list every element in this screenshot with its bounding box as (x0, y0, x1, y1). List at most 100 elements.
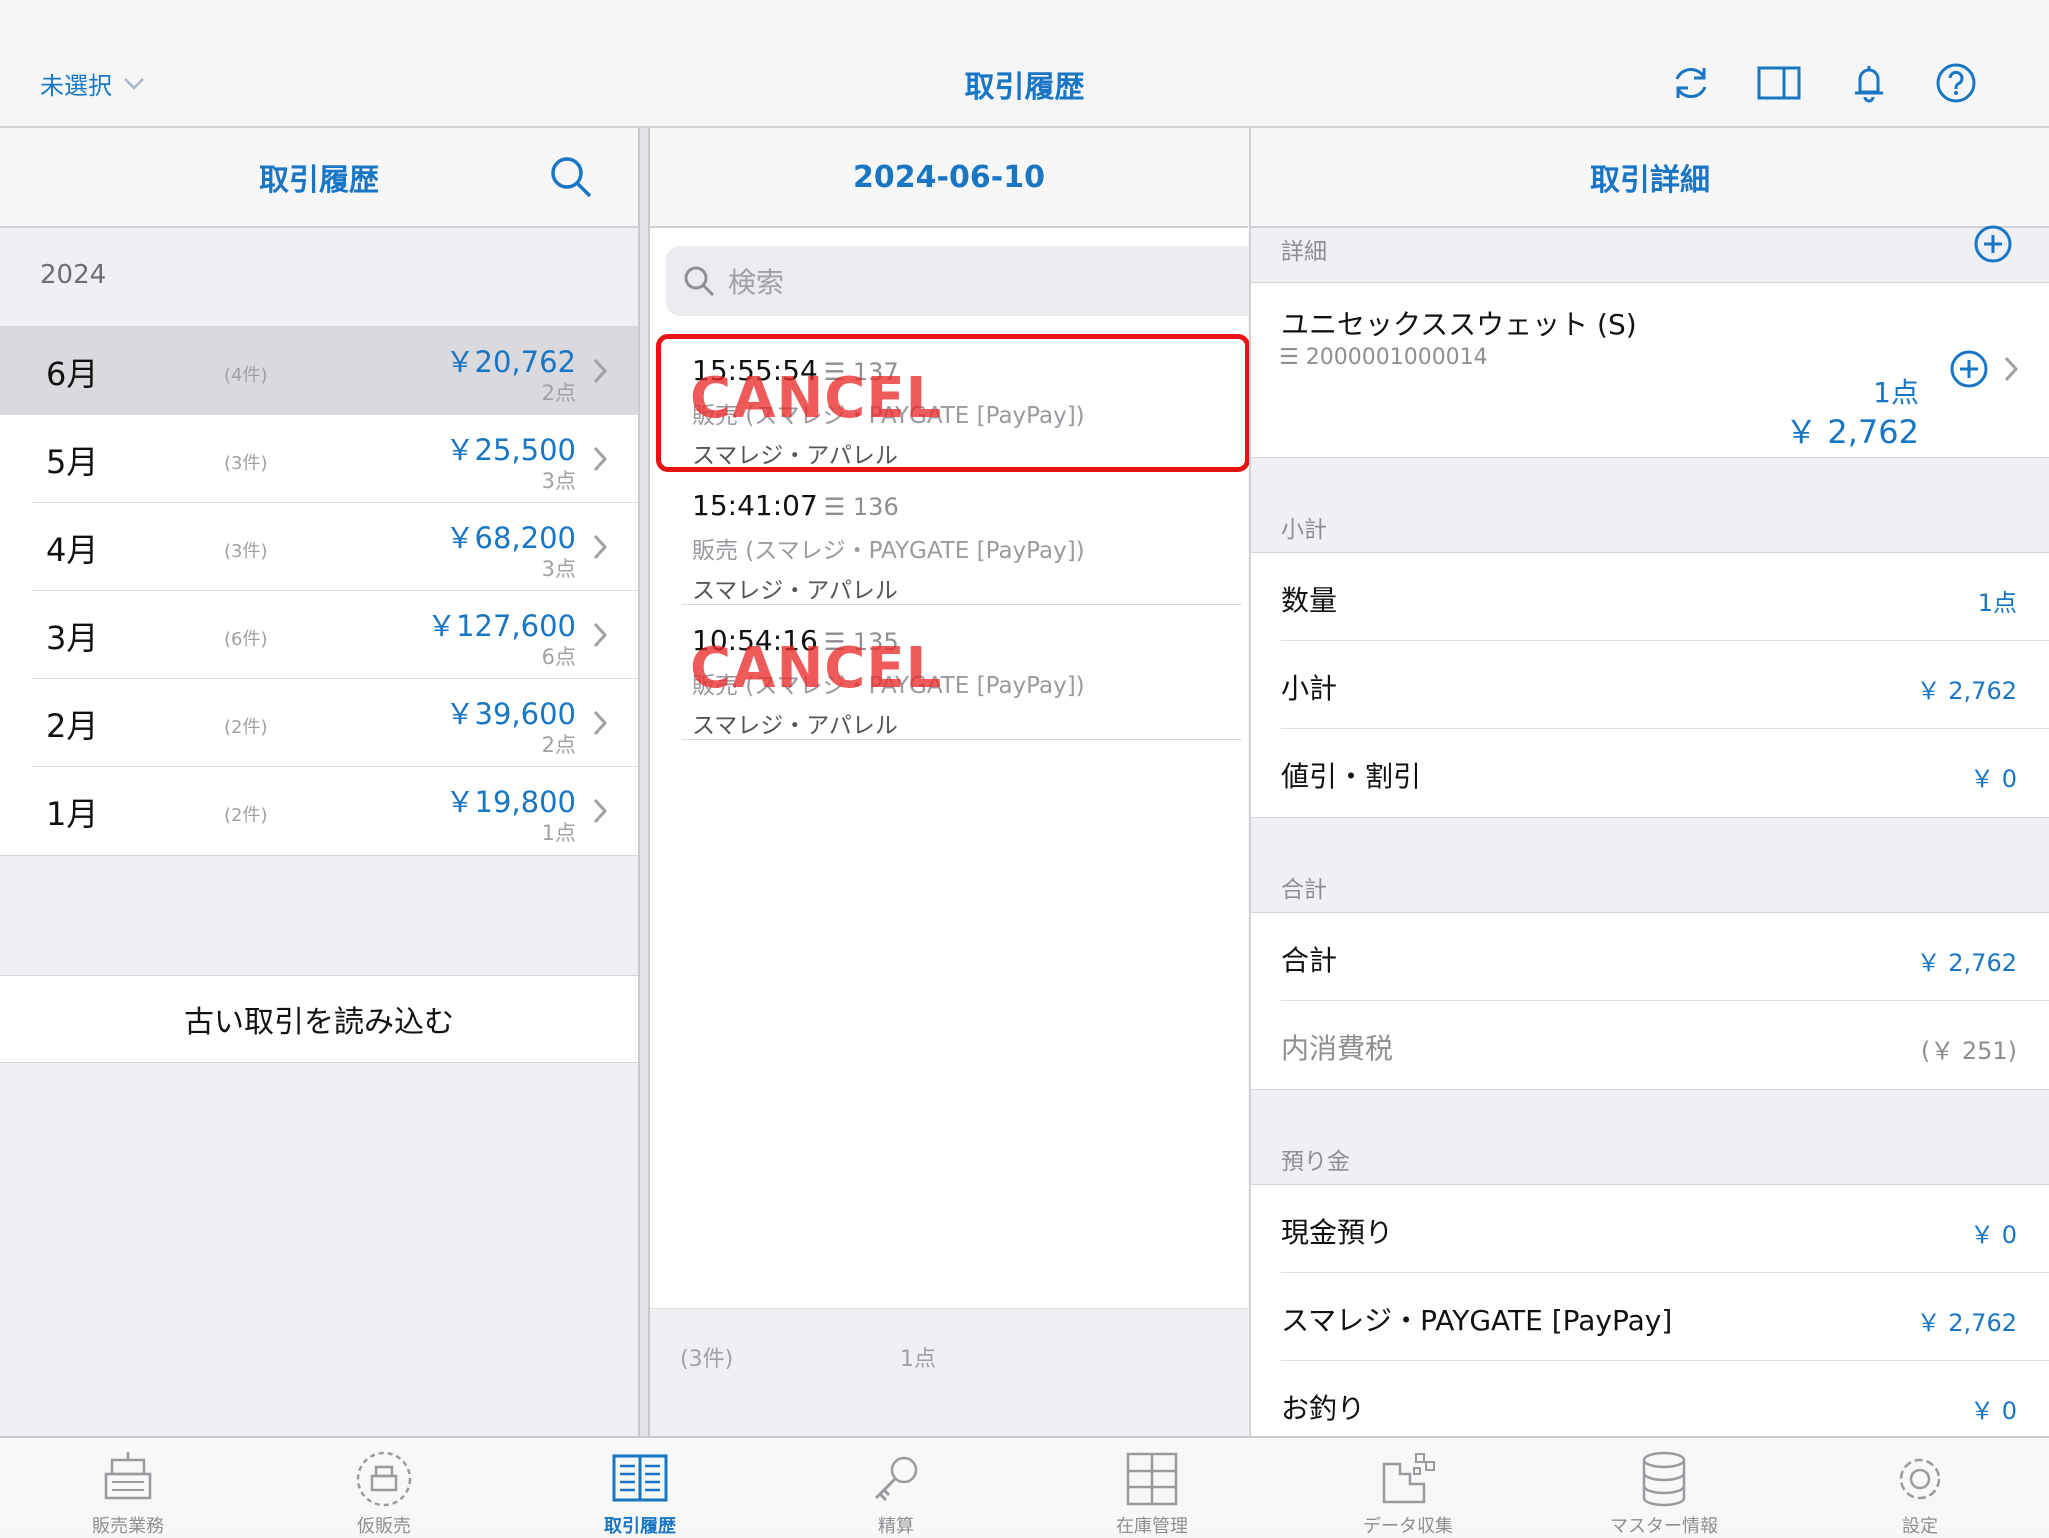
detail-row-paypay: スマレジ・PAYGATE [PayPay] ￥ 2,762 (1281, 1273, 2049, 1361)
row-label: 値引・割引 (1281, 755, 1421, 795)
row-value: ￥ 0 (1970, 1391, 2017, 1426)
tab-master[interactable]: マスター情報 (1536, 1438, 1792, 1536)
subtotal-section-header: 小計 (1281, 510, 1327, 544)
month-count: (2件) (224, 801, 268, 827)
row-value: (￥ 251) (1921, 1031, 2017, 1066)
page-title: 取引履歴 (0, 62, 2049, 106)
transaction-search-input[interactable]: 検索 (666, 246, 1266, 316)
selected-date: 2024-06-10 (853, 160, 1045, 195)
item-name: ユニセックススウェット (S) (1281, 303, 1637, 343)
month-row-january[interactable]: 1月 (2件) ￥19,800 1点 (32, 767, 638, 855)
top-navigation-bar: 未選択 取引履歴 (0, 0, 2049, 128)
search-icon[interactable] (546, 152, 596, 202)
chevron-right-icon (592, 797, 608, 825)
month-points: 6点 (542, 641, 576, 671)
row-label: 現金預り (1281, 1211, 1393, 1251)
tab-label: 仮販売 (256, 1512, 512, 1538)
month-points: 3点 (542, 553, 576, 583)
month-amount: ￥39,600 (446, 691, 576, 733)
cancel-stamp: CANCEL (690, 636, 942, 701)
row-value: ￥ 0 (1970, 1215, 2017, 1250)
month-name: 3月 (46, 613, 98, 659)
transaction-list-panel: 2024-06-10 検索 15:55:54☰ 137 販売 (スマレジ・PAY… (648, 128, 1248, 1436)
transaction-shop: スマレジ・アパレル (692, 706, 898, 740)
total-card: 合計 ￥ 2,762 内消費税 (￥ 251) (1251, 912, 2049, 1090)
tab-label: データ収集 (1280, 1512, 1536, 1538)
month-list: 6月 (4件) ￥20,762 2点 5月 (3件) ￥25,500 3点 4月… (0, 326, 638, 856)
month-points: 2点 (542, 377, 576, 407)
footer-count: (3件) (680, 1341, 733, 1373)
temp-sale-icon (354, 1450, 414, 1508)
database-icon (1634, 1450, 1694, 1508)
month-name: 2月 (46, 701, 98, 747)
tab-label: 販売業務 (0, 1512, 256, 1538)
chevron-right-icon (592, 445, 608, 473)
tab-settlement[interactable]: 精算 (768, 1438, 1024, 1536)
transaction-detail-panel: 取引詳細 詳細 ユニセックススウェット (S) ☰ 2000001000014 … (1249, 128, 2049, 1436)
history-book-icon (610, 1450, 670, 1508)
details-section-header: 詳細 (1281, 232, 1327, 266)
transaction-time: 15:41:07 (692, 489, 818, 522)
chevron-right-icon (592, 709, 608, 737)
right-panel-title: 取引詳細 (1590, 155, 1710, 199)
month-count: (6件) (224, 625, 268, 651)
tab-sales[interactable]: 販売業務 (0, 1438, 256, 1536)
month-amount: ￥68,200 (446, 515, 576, 557)
load-old-transactions-button[interactable]: 古い取引を読み込む (0, 975, 638, 1063)
refresh-icon[interactable] (1668, 60, 1714, 106)
tab-temp-sale[interactable]: 仮販売 (256, 1438, 512, 1536)
month-count: (4件) (224, 361, 268, 387)
month-amount: ￥127,600 (427, 603, 576, 645)
row-label: 小計 (1281, 667, 1337, 707)
month-count: (2件) (224, 713, 268, 739)
month-name: 5月 (46, 437, 98, 483)
transaction-row-136[interactable]: 15:41:07☰ 136 販売 (スマレジ・PAYGATE [PayPay])… (682, 471, 1242, 605)
detail-row-quantity: 数量 1点 (1281, 553, 2049, 641)
month-name: 4月 (46, 525, 98, 571)
detail-row-total: 合計 ￥ 2,762 (1281, 913, 2049, 1001)
month-row-may[interactable]: 5月 (3件) ￥25,500 3点 (32, 415, 638, 503)
store-selector[interactable]: 未選択 (40, 66, 146, 101)
row-label: 合計 (1281, 939, 1337, 979)
row-label: スマレジ・PAYGATE [PayPay] (1281, 1299, 1672, 1339)
month-row-february[interactable]: 2月 (2件) ￥39,600 2点 (32, 679, 638, 767)
inventory-icon (1122, 1450, 1182, 1508)
chevron-right-icon (592, 621, 608, 649)
transaction-row-135[interactable]: 10:54:16☰ 135 販売 (スマレジ・PAYGATE [PayPay])… (682, 606, 1242, 740)
row-label: お釣り (1281, 1387, 1365, 1427)
deposit-section-header: 預り金 (1281, 1142, 1350, 1176)
detail-row-cash-deposit: 現金預り ￥ 0 (1281, 1185, 2049, 1273)
item-quantity: 1点 (1873, 371, 1919, 411)
panel-divider[interactable] (640, 128, 648, 1436)
search-icon (682, 264, 716, 298)
key-icon (866, 1450, 926, 1508)
row-value: ￥ 2,762 (1917, 671, 2017, 706)
month-name: 6月 (46, 349, 98, 395)
item-card[interactable]: ユニセックススウェット (S) ☰ 2000001000014 1点 ￥ 2,7… (1251, 282, 2049, 458)
tab-data-collection[interactable]: データ収集 (1280, 1438, 1536, 1536)
split-view-icon[interactable] (1756, 60, 1802, 106)
bell-icon[interactable] (1846, 60, 1892, 106)
left-panel-header: 取引履歴 (0, 128, 638, 228)
selected-transaction-highlight (656, 334, 1250, 472)
transaction-type: 販売 (スマレジ・PAYGATE [PayPay]) (692, 531, 1085, 565)
month-row-march[interactable]: 3月 (6件) ￥127,600 6点 (32, 591, 638, 679)
month-row-june[interactable]: 6月 (4件) ￥20,762 2点 (0, 327, 638, 415)
month-amount: ￥19,800 (446, 779, 576, 821)
month-amount: ￥20,762 (446, 339, 576, 381)
help-icon[interactable] (1933, 60, 1979, 106)
tab-history[interactable]: 取引履歴 (512, 1438, 768, 1536)
detail-row-discount: 値引・割引 ￥ 0 (1281, 729, 2049, 817)
month-row-april[interactable]: 4月 (3件) ￥68,200 3点 (32, 503, 638, 591)
tab-inventory[interactable]: 在庫管理 (1024, 1438, 1280, 1536)
tab-settings[interactable]: 設定 (1792, 1438, 2048, 1536)
add-circle-icon[interactable] (1973, 224, 2013, 264)
year-section-header: 2024 (40, 260, 106, 290)
row-value: ￥ 2,762 (1917, 1303, 2017, 1338)
row-label: 内消費税 (1281, 1027, 1393, 1067)
transaction-number: ☰ 136 (824, 493, 899, 521)
load-old-label: 古い取引を読み込む (184, 997, 454, 1041)
month-count: (3件) (224, 537, 268, 563)
add-circle-icon[interactable] (1949, 349, 1989, 389)
chevron-right-icon (592, 533, 608, 561)
